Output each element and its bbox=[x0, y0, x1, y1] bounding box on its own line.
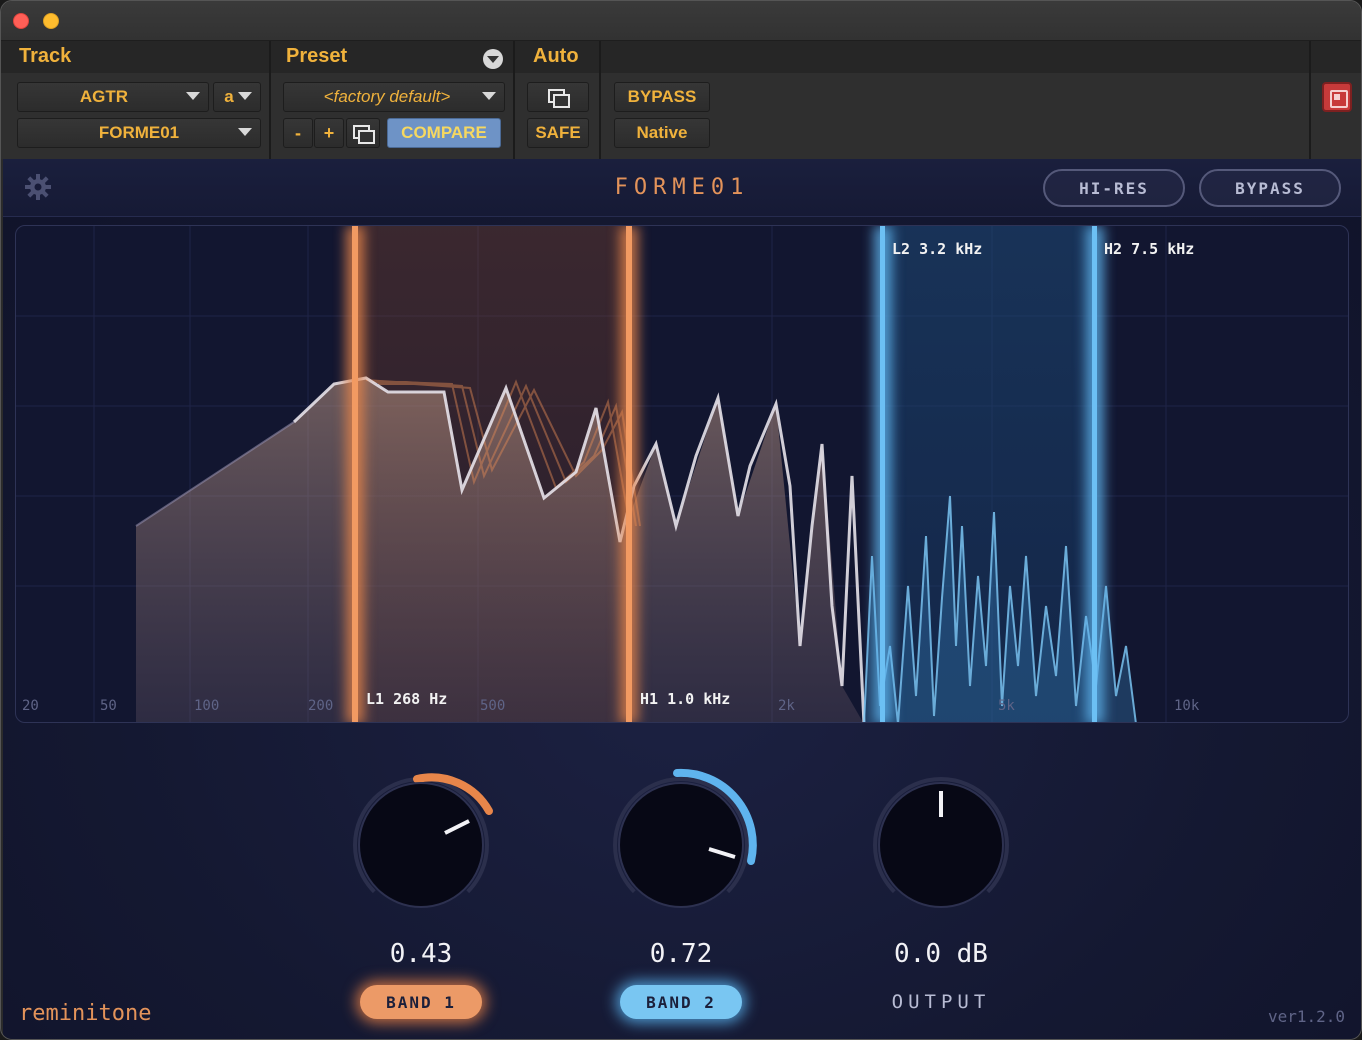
band1-low-label: L1 268 Hz bbox=[366, 690, 448, 708]
compare-button[interactable]: COMPARE bbox=[387, 118, 501, 148]
auto-section-label: Auto bbox=[533, 45, 579, 67]
band2-low-marker bbox=[880, 226, 885, 722]
plugin-name: FORME01 bbox=[98, 123, 180, 142]
band2-high-marker bbox=[1092, 226, 1097, 722]
band1-value: 0.43 bbox=[389, 939, 453, 969]
power-icon[interactable] bbox=[1322, 82, 1352, 112]
safe-button[interactable]: SAFE bbox=[527, 118, 589, 148]
freq-label: 5k bbox=[998, 698, 1015, 714]
spectrum-analyzer[interactable]: L1 268 Hz H1 1.0 kHz L2 3.2 kHz H2 7.5 k… bbox=[15, 225, 1349, 723]
minus-label: - bbox=[295, 122, 301, 143]
band2-label: BAND 2 bbox=[646, 992, 716, 1012]
plugin-bypass-button[interactable]: BYPASS bbox=[1199, 169, 1341, 207]
automation-icon bbox=[548, 89, 570, 108]
copy-settings-button[interactable] bbox=[346, 118, 380, 148]
divider bbox=[599, 41, 601, 159]
plugin-bypass-label: BYPASS bbox=[1235, 178, 1305, 198]
band2-knob[interactable] bbox=[601, 765, 761, 925]
freq-label: 2k bbox=[778, 698, 795, 714]
freq-label: 20 bbox=[22, 698, 39, 714]
divider bbox=[513, 41, 515, 159]
header-section-labels: Track Preset Auto bbox=[1, 41, 1361, 73]
close-window-button[interactable] bbox=[13, 13, 29, 29]
band1-low-marker bbox=[352, 226, 358, 722]
native-label: Native bbox=[636, 123, 688, 142]
previous-preset-button[interactable]: - bbox=[283, 118, 313, 148]
hires-button[interactable]: HI-RES bbox=[1043, 169, 1185, 207]
band2-value: 0.72 bbox=[649, 939, 713, 969]
band1-label: BAND 1 bbox=[386, 992, 456, 1012]
protools-plugin-header: Track Preset Auto AGTR a FORME01 <factor… bbox=[1, 41, 1361, 159]
chevron-down-icon bbox=[238, 128, 252, 136]
compare-label: COMPARE bbox=[401, 123, 487, 142]
plugin-selector[interactable]: FORME01 bbox=[17, 118, 261, 148]
band2-knob-graphic bbox=[613, 768, 757, 908]
channel-name: a bbox=[224, 87, 234, 106]
minimize-window-button[interactable] bbox=[43, 13, 59, 29]
plugin-top-bar: FORME01 HI-RES BYPASS bbox=[3, 159, 1361, 217]
output-label: OUTPUT bbox=[891, 991, 991, 1013]
title-bar bbox=[1, 1, 1361, 41]
band2-high-label: H2 7.5 kHz bbox=[1104, 240, 1195, 258]
plus-label: + bbox=[323, 122, 335, 143]
track-selector[interactable]: AGTR bbox=[17, 82, 209, 112]
output-knob[interactable] bbox=[861, 765, 1021, 925]
track-name: AGTR bbox=[79, 87, 129, 106]
freq-label: 50 bbox=[100, 698, 117, 714]
hires-label: HI-RES bbox=[1079, 178, 1149, 198]
band1-button[interactable]: BAND 1 bbox=[360, 985, 482, 1019]
automation-button[interactable] bbox=[527, 82, 589, 112]
freq-label: 100 bbox=[194, 698, 220, 714]
preset-selector[interactable]: <factory default> bbox=[283, 82, 505, 112]
chevron-down-icon bbox=[482, 92, 496, 100]
freq-label: 10k bbox=[1174, 698, 1200, 714]
bypass-label: BYPASS bbox=[627, 87, 697, 106]
next-preset-button[interactable]: + bbox=[314, 118, 344, 148]
freq-label: 200 bbox=[308, 698, 334, 714]
track-section-label: Track bbox=[19, 45, 72, 67]
spectrum-display bbox=[16, 226, 1348, 722]
chevron-down-icon bbox=[238, 92, 252, 100]
divider bbox=[269, 41, 271, 159]
plugin-body: FORME01 HI-RES BYPASS L1 268 Hz H1 1.0 k… bbox=[3, 159, 1361, 1039]
band1-knob[interactable] bbox=[341, 765, 501, 925]
bypass-button[interactable]: BYPASS bbox=[614, 82, 710, 112]
output-value: 0.0 dB bbox=[894, 939, 988, 969]
band1-high-label: H1 1.0 kHz bbox=[640, 690, 731, 708]
copy-icon bbox=[353, 125, 375, 144]
band2-button[interactable]: BAND 2 bbox=[620, 985, 742, 1019]
safe-label: SAFE bbox=[535, 123, 581, 142]
band2-low-label: L2 3.2 kHz bbox=[892, 240, 983, 258]
spectrum-fill bbox=[136, 378, 863, 722]
plugin-window: Track Preset Auto AGTR a FORME01 <factor… bbox=[0, 0, 1362, 1040]
channel-selector[interactable]: a bbox=[213, 82, 261, 112]
preset-section-label: Preset bbox=[286, 45, 348, 67]
preset-name: <factory default> bbox=[323, 87, 451, 106]
band1-knob-graphic bbox=[353, 773, 493, 908]
preset-menu-chevron-down-icon[interactable] bbox=[483, 49, 503, 69]
band1-high-marker bbox=[626, 226, 632, 722]
chevron-down-icon bbox=[186, 92, 200, 100]
brand-logo: reminitone bbox=[19, 1001, 152, 1026]
divider bbox=[1309, 41, 1311, 159]
freq-label: 500 bbox=[480, 698, 506, 714]
native-button[interactable]: Native bbox=[614, 118, 710, 148]
output-knob-graphic bbox=[873, 777, 1009, 908]
version-label: ver1.2.0 bbox=[1267, 1007, 1345, 1026]
